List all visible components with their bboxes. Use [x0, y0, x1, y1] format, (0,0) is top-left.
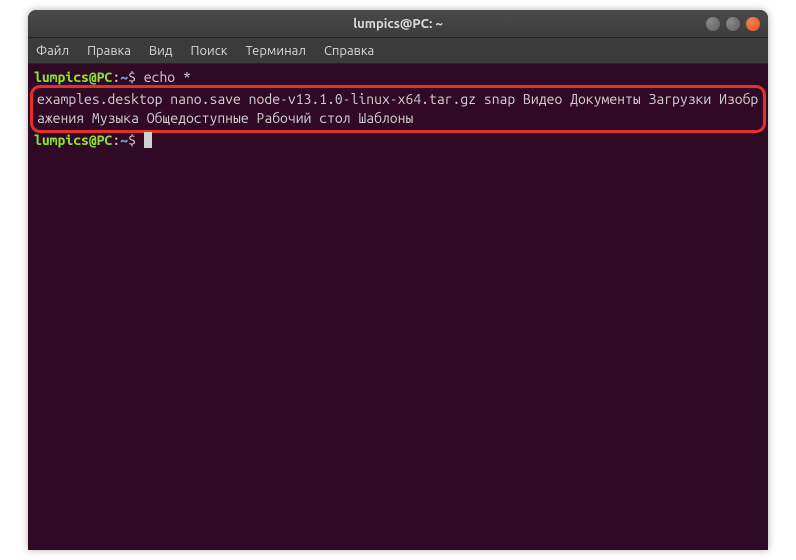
prompt-path: ~	[120, 132, 128, 148]
prompt-dollar: $	[128, 69, 136, 85]
menubar: Файл Правка Вид Поиск Терминал Справка	[28, 38, 768, 64]
prompt-user: lumpics@PC	[34, 132, 112, 148]
close-button[interactable]	[746, 17, 760, 31]
window-controls	[706, 17, 760, 31]
minimize-button[interactable]	[706, 17, 720, 31]
cursor	[144, 132, 152, 148]
menu-file[interactable]: Файл	[36, 44, 69, 58]
maximize-button[interactable]	[726, 17, 740, 31]
prompt-path: ~	[120, 69, 128, 85]
menu-terminal[interactable]: Терминал	[245, 44, 305, 58]
output-highlight: examples.desktop nano.save node-v13.1.0-…	[30, 85, 766, 133]
prompt-line-2: lumpics@PC:~$	[34, 131, 762, 150]
output-line: examples.desktop nano.save node-v13.1.0-…	[37, 90, 759, 128]
command-text-1: echo *	[136, 69, 191, 85]
menu-search[interactable]: Поиск	[190, 44, 227, 58]
menu-view[interactable]: Вид	[149, 44, 173, 58]
titlebar: lumpics@PC: ~	[28, 10, 768, 38]
window-title: lumpics@PC: ~	[353, 17, 443, 31]
terminal-body[interactable]: lumpics@PC:~$ echo * examples.desktop na…	[28, 64, 768, 550]
prompt-user: lumpics@PC	[34, 69, 112, 85]
command-text-2	[136, 132, 144, 148]
menu-edit[interactable]: Правка	[87, 44, 131, 58]
prompt-dollar: $	[128, 132, 136, 148]
menu-help[interactable]: Справка	[324, 44, 374, 58]
terminal-window: lumpics@PC: ~ Файл Правка Вид Поиск Терм…	[28, 10, 768, 550]
